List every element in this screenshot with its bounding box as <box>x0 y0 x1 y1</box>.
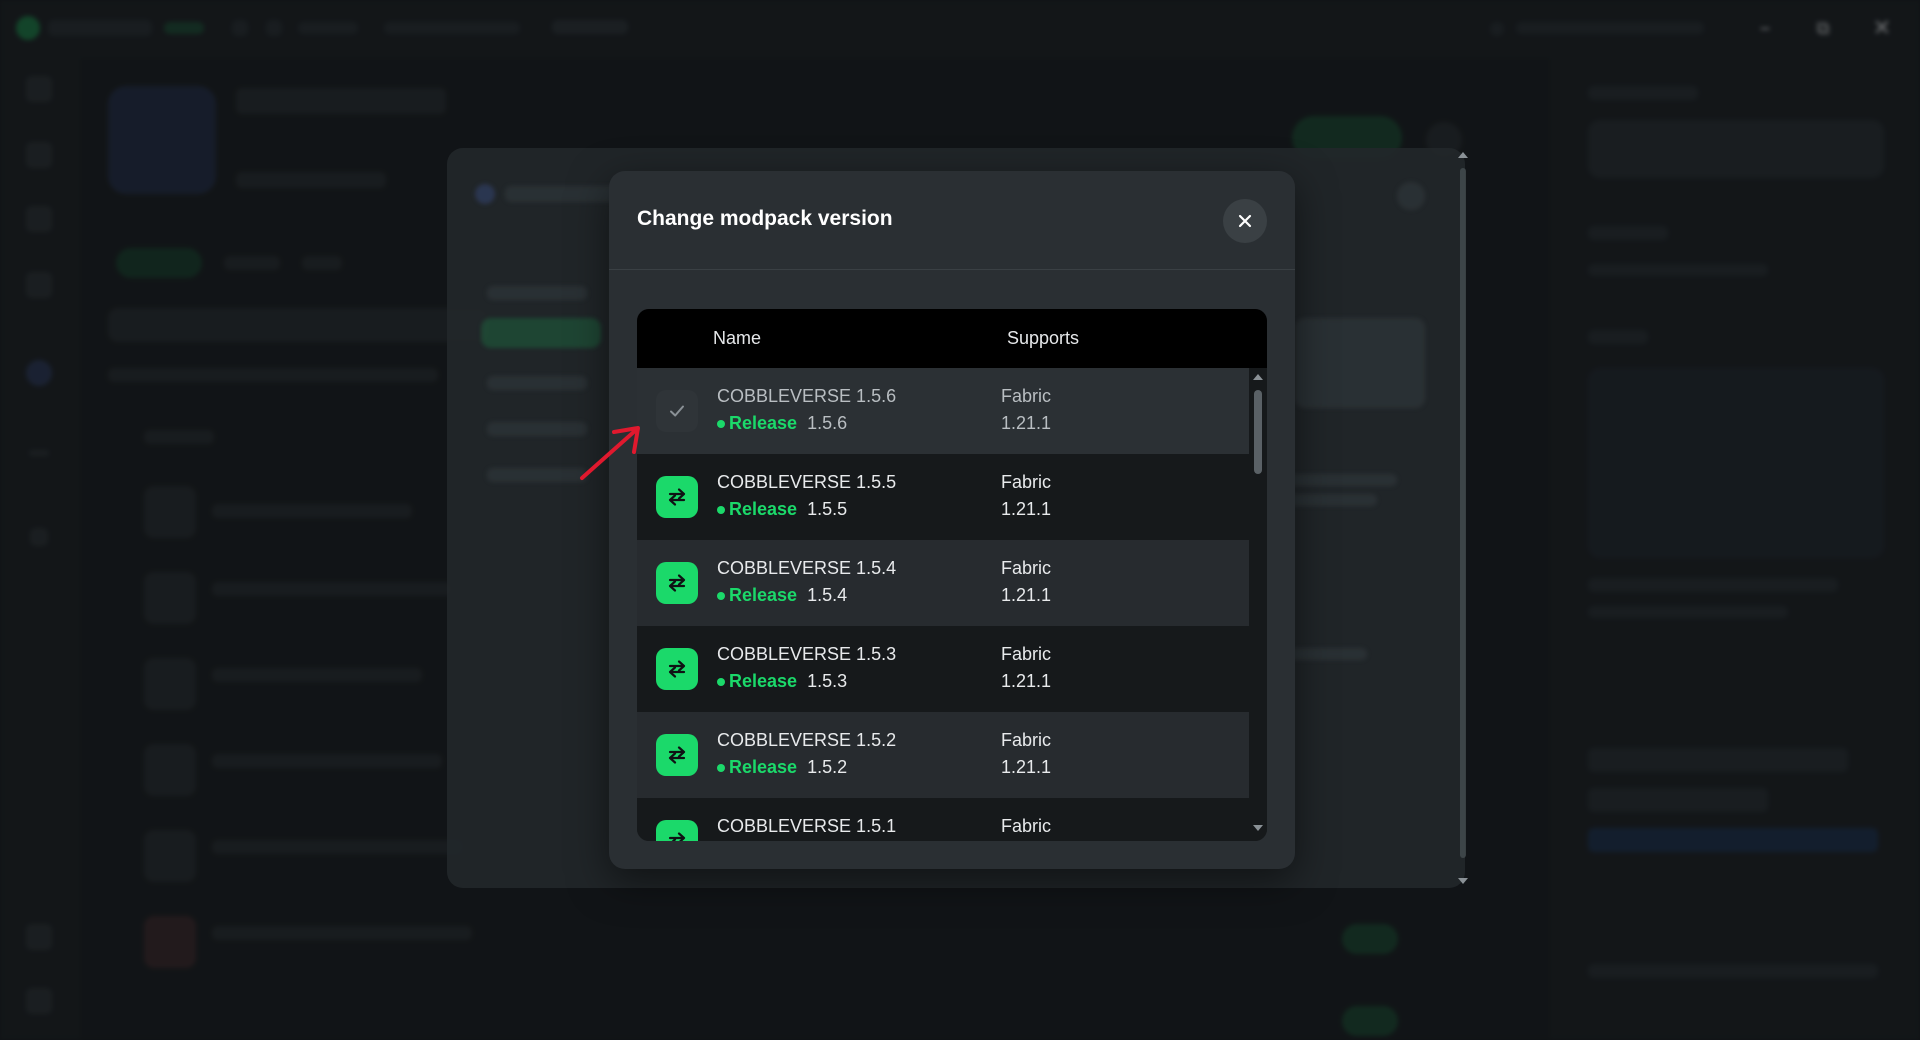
switch-version-button[interactable] <box>656 648 698 690</box>
switch-version-button[interactable] <box>656 562 698 604</box>
swap-icon <box>668 746 686 764</box>
change-version-dialog: Change modpack version Name Supports COB… <box>609 171 1295 869</box>
nav-item-active-blurred <box>481 318 601 348</box>
scroll-up-icon[interactable] <box>1253 374 1263 380</box>
swap-icon <box>668 574 686 592</box>
table-row[interactable]: COBBLEVERSE 1.5.1 Fabric <box>637 798 1249 841</box>
channel-label: Release <box>729 499 798 519</box>
versions-table: Name Supports COBBLEVERSE 1.5.6 Release … <box>637 309 1267 841</box>
loader-name: Fabric <box>1001 730 1052 750</box>
table-body[interactable]: COBBLEVERSE 1.5.6 Release 1.5.6 Fabric 1… <box>637 368 1249 841</box>
loader-name: Fabric <box>1001 644 1052 664</box>
modal-scrollbar[interactable] <box>1456 150 1470 888</box>
version-number: 1.5.2 <box>807 757 848 777</box>
close-icon <box>1397 182 1425 210</box>
panel-card-blurred <box>1295 318 1425 408</box>
table-scrollbar[interactable] <box>1249 368 1267 841</box>
close-icon <box>1238 214 1252 228</box>
nav-item-blurred <box>487 286 587 300</box>
table-row[interactable]: COBBLEVERSE 1.5.2 Release 1.5.2 Fabric 1… <box>637 712 1249 798</box>
channel-label: Release <box>729 585 798 605</box>
nav-item-blurred <box>487 376 587 390</box>
installed-button <box>656 390 698 432</box>
game-version: 1.21.1 <box>1001 499 1052 519</box>
channel-label: Release <box>729 671 798 691</box>
version-number: 1.5.3 <box>807 671 848 691</box>
version-name: COBBLEVERSE 1.5.4 <box>717 558 897 578</box>
channel-label: Release <box>729 757 798 777</box>
game-version: 1.21.1 <box>1001 413 1052 433</box>
panel-text-blurred <box>1287 474 1397 486</box>
modal-title-blurred <box>505 186 625 202</box>
version-name: COBBLEVERSE 1.5.6 <box>717 386 897 406</box>
version-number: 1.5.4 <box>807 585 848 605</box>
nav-item-blurred <box>487 422 587 436</box>
scroll-up-icon[interactable] <box>1458 152 1468 158</box>
game-version: 1.21.1 <box>1001 757 1052 777</box>
swap-icon <box>668 660 686 678</box>
switch-version-button[interactable] <box>656 820 698 841</box>
loader-name: Fabric <box>1001 472 1052 492</box>
close-button[interactable] <box>1223 199 1267 243</box>
switch-version-button[interactable] <box>656 476 698 518</box>
table-row[interactable]: COBBLEVERSE 1.5.6 Release 1.5.6 Fabric 1… <box>637 368 1249 454</box>
scroll-down-icon[interactable] <box>1253 825 1263 831</box>
version-channel: Release 1.5.3 <box>717 671 847 692</box>
swap-icon <box>668 488 686 506</box>
column-header-name: Name <box>713 328 762 348</box>
game-version: 1.21.1 <box>1001 585 1052 605</box>
panel-text-blurred <box>1287 494 1377 506</box>
panel-text-blurred <box>1287 648 1367 660</box>
annotation-arrow-icon <box>580 426 640 480</box>
version-name: COBBLEVERSE 1.5.2 <box>717 730 897 750</box>
dialog-title: Change modpack version <box>637 207 893 230</box>
release-dot-icon <box>717 505 725 514</box>
release-dot-icon <box>717 677 725 686</box>
game-version: 1.21.1 <box>1001 671 1052 691</box>
swap-icon <box>668 832 686 841</box>
dialog-divider <box>609 269 1295 270</box>
table-row[interactable]: COBBLEVERSE 1.5.4 Release 1.5.4 Fabric 1… <box>637 540 1249 626</box>
table-row[interactable]: COBBLEVERSE 1.5.3 Release 1.5.3 Fabric 1… <box>637 626 1249 712</box>
scroll-thumb[interactable] <box>1460 168 1466 858</box>
loader-name: Fabric <box>1001 386 1052 406</box>
switch-version-button[interactable] <box>656 734 698 776</box>
modpack-small-icon <box>475 184 495 204</box>
version-number: 1.5.5 <box>807 499 848 519</box>
column-header-supports: Supports <box>1007 328 1080 348</box>
release-dot-icon <box>717 419 725 428</box>
table-row[interactable]: COBBLEVERSE 1.5.5 Release 1.5.5 Fabric 1… <box>637 454 1249 540</box>
nav-item-blurred <box>487 468 587 482</box>
version-channel: Release 1.5.5 <box>717 499 847 520</box>
check-icon <box>670 405 684 417</box>
version-name: COBBLEVERSE 1.5.1 <box>717 816 897 836</box>
loader-name: Fabric <box>1001 816 1052 836</box>
version-name: COBBLEVERSE 1.5.3 <box>717 644 897 664</box>
channel-label: Release <box>729 413 798 433</box>
version-name: COBBLEVERSE 1.5.5 <box>717 472 897 492</box>
scroll-thumb[interactable] <box>1254 390 1262 474</box>
version-channel: Release 1.5.2 <box>717 757 847 778</box>
version-channel: Release 1.5.6 <box>717 413 847 434</box>
table-header: Name Supports <box>637 309 1267 368</box>
loader-name: Fabric <box>1001 558 1052 578</box>
release-dot-icon <box>717 591 725 600</box>
version-channel: Release 1.5.4 <box>717 585 847 606</box>
scroll-down-icon[interactable] <box>1458 878 1468 884</box>
version-number: 1.5.6 <box>807 413 848 433</box>
release-dot-icon <box>717 763 725 772</box>
